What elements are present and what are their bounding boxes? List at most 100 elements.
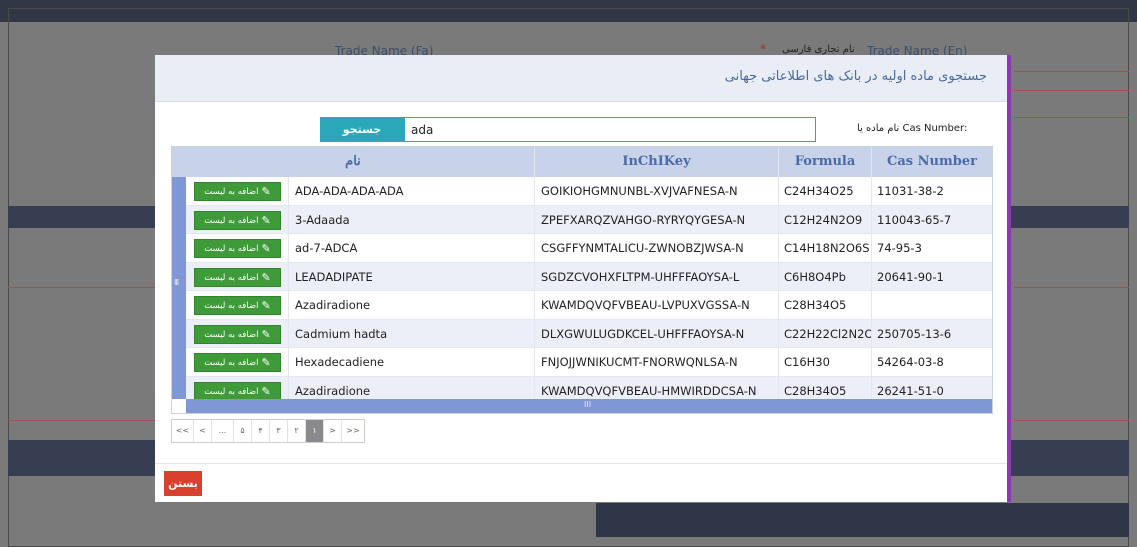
table-row: اضافه به لیست ✎ LEADADIPATE SGDZCVOHXFLTPM-…: [186, 262, 992, 291]
required-mark: *: [760, 42, 766, 56]
cell-name: 3-Adaada: [289, 205, 535, 234]
cell-formula: C22H22Cl2N2O3: [779, 319, 872, 348]
search-label: نام ماده یا Cas Number:: [857, 123, 968, 134]
add-to-list-label: اضافه به لیست: [204, 358, 259, 368]
cell-cas: 26241-51-0: [877, 383, 944, 398]
close-button[interactable]: بستن: [164, 471, 202, 496]
add-to-list-button[interactable]: اضافه به لیست ✎: [194, 182, 281, 201]
add-to-list-button[interactable]: اضافه به لیست ✎: [194, 239, 281, 258]
edit-square-icon: ✎: [261, 384, 271, 398]
page-button[interactable]: ۲: [288, 420, 306, 442]
scroll-grip: III: [584, 400, 592, 409]
page-button[interactable]: ۳: [270, 420, 288, 442]
table-row: اضافه به لیست ✎ Cadmium hadta DLXGWULUGDKCE…: [186, 319, 992, 348]
page-button[interactable]: ۱: [306, 420, 324, 442]
cell-inchikey: DLXGWULUGDKCEL-UHFFFAOYSA-N: [535, 319, 779, 348]
add-to-list-button[interactable]: اضافه به لیست ✎: [194, 210, 281, 230]
page-button[interactable]: >: [324, 420, 342, 442]
page-button[interactable]: ۴: [252, 420, 270, 442]
search-button[interactable]: جستجو: [320, 117, 404, 142]
page-button[interactable]: ...: [212, 420, 234, 442]
cell-formula: C24H34O25: [779, 177, 872, 205]
table-row: اضافه به لیست ✎ ADA-ADA-ADA-ADA GOIKIOHGMNU…: [186, 177, 992, 206]
action-cell: اضافه به لیست ✎: [186, 376, 289, 399]
cell-formula: C12H24N2O9: [779, 205, 872, 234]
edit-square-icon: ✎: [261, 270, 271, 284]
cell-name: Hexadecadiene: [289, 348, 535, 376]
modal-header: جستجوی ماده اولیه در بانک های اطلاعاتی ج…: [155, 55, 1007, 102]
page-button[interactable]: ۵: [234, 420, 252, 442]
action-cell: اضافه به لیست ✎: [186, 205, 289, 234]
cell-inchikey: ZPEFXARQZVAHGO-RYRYQYGESA-N: [535, 205, 779, 234]
add-to-list-button[interactable]: اضافه به لیست ✎: [194, 353, 281, 372]
add-to-list-label: اضافه به لیست: [204, 215, 259, 226]
cell-name: Azadiradione: [289, 376, 535, 399]
cell-inchikey: GOIKIOHGMNUNBL-XVJVAFNESA-N: [535, 177, 779, 205]
background-divider: [1014, 71, 1129, 72]
add-to-list-label: اضافه به لیست: [204, 329, 259, 340]
search-row: جستجو نام ماده یا Cas Number:: [155, 117, 1007, 143]
cell-cas: 20641-90-1: [877, 269, 944, 284]
vertical-scrollbar[interactable]: III: [172, 177, 186, 399]
cell-inchikey: CSGFFYNMTALICU-ZWNOBZJWSA-N: [535, 234, 779, 262]
table-row: اضافه به لیست ✎ 3-Adaada ZPEFXARQZVAHGO-RYR…: [186, 205, 992, 234]
cell-cas: 110043-65-7: [877, 212, 952, 227]
cell-cas: 11031-38-2: [877, 184, 944, 198]
cell-formula: C6H8O4Pb: [779, 262, 872, 291]
add-to-list-label: اضافه به لیست: [204, 386, 259, 397]
table-row: اضافه به لیست ✎ Azadiradione KWAMDQVQFVBEAU…: [186, 376, 992, 399]
add-to-list-button[interactable]: اضافه به لیست ✎: [194, 267, 281, 287]
background-label-fa-name: نام تجاری فارسی: [782, 44, 855, 55]
edit-square-icon: ✎: [261, 185, 271, 198]
action-cell: اضافه به لیست ✎: [186, 348, 289, 376]
background-panel: [596, 503, 1129, 537]
add-to-list-label: اضافه به لیست: [204, 187, 259, 197]
background-divider: [1014, 117, 1129, 118]
cell-formula: C28H34O5: [779, 376, 872, 399]
background-divider: [1014, 90, 1129, 91]
cell-inchikey: SGDZCVOHXFLTPM-UHFFFAOYSA-L: [535, 262, 779, 291]
add-to-list-button[interactable]: اضافه به لیست ✎: [194, 324, 281, 344]
action-cell: اضافه به لیست ✎: [186, 234, 289, 262]
page-button[interactable]: >>: [342, 420, 364, 442]
cell-cas: 250705-13-6: [877, 326, 952, 341]
footer-divider: [155, 463, 1007, 464]
horizontal-scrollbar[interactable]: III: [186, 399, 992, 413]
add-to-list-button[interactable]: اضافه به لیست ✎: [194, 296, 281, 315]
action-cell: اضافه به لیست ✎: [186, 177, 289, 205]
add-to-list-label: اضافه به لیست: [204, 301, 259, 311]
background-divider: [1014, 420, 1129, 421]
pagination: << <... ۵ ۴ ۳ ۲ ۱ > >>: [171, 419, 365, 443]
cell-name: ad-7-ADCA: [289, 234, 535, 262]
add-to-list-label: اضافه به لیست: [204, 244, 259, 254]
table-header: نام InChIKey Formula Cas Number: [172, 147, 992, 177]
cell-formula: C28H34O5: [779, 291, 872, 319]
cell-name: Azadiradione: [289, 291, 535, 319]
action-cell: اضافه به لیست ✎: [186, 291, 289, 319]
edit-square-icon: ✎: [261, 327, 271, 341]
column-header-formula[interactable]: Formula: [779, 147, 872, 177]
cell-cas: [872, 291, 992, 319]
cell-inchikey: FNJOJJWNIKUCMT-FNORWQNLSA-N: [535, 348, 779, 376]
column-header-inchikey[interactable]: InChIKey: [535, 147, 779, 177]
column-header-name[interactable]: نام: [172, 147, 535, 177]
table-body: اضافه به لیست ✎ ADA-ADA-ADA-ADA GOIKIOHGMNU…: [186, 177, 992, 399]
add-to-list-button[interactable]: اضافه به لیست ✎: [194, 381, 281, 399]
column-header-cas[interactable]: Cas Number: [872, 147, 992, 177]
add-to-list-label: اضافه به لیست: [204, 272, 259, 283]
cell-formula: C14H18N2O6S: [779, 234, 872, 262]
modal-title: جستجوی ماده اولیه در بانک های اطلاعاتی ج…: [724, 69, 987, 84]
table-row: اضافه به لیست ✎ Hexadecadiene FNJOJJWNIKUCM…: [186, 348, 992, 377]
page-button[interactable]: <: [194, 420, 212, 442]
search-modal: جستجوی ماده اولیه در بانک های اطلاعاتی ج…: [155, 55, 1011, 502]
cell-inchikey: KWAMDQVQFVBEAU-LVPUXVGSSA-N: [535, 291, 779, 319]
edit-square-icon: ✎: [261, 242, 271, 255]
page-button[interactable]: <<: [172, 420, 194, 442]
edit-square-icon: ✎: [261, 356, 271, 369]
scroll-grip: III: [174, 278, 179, 287]
background-divider: [1014, 287, 1129, 288]
background-divider: [8, 287, 168, 288]
cell-formula: C16H30: [779, 348, 872, 376]
search-input[interactable]: [404, 117, 816, 142]
cell-cas: 74-95-3: [877, 241, 922, 255]
